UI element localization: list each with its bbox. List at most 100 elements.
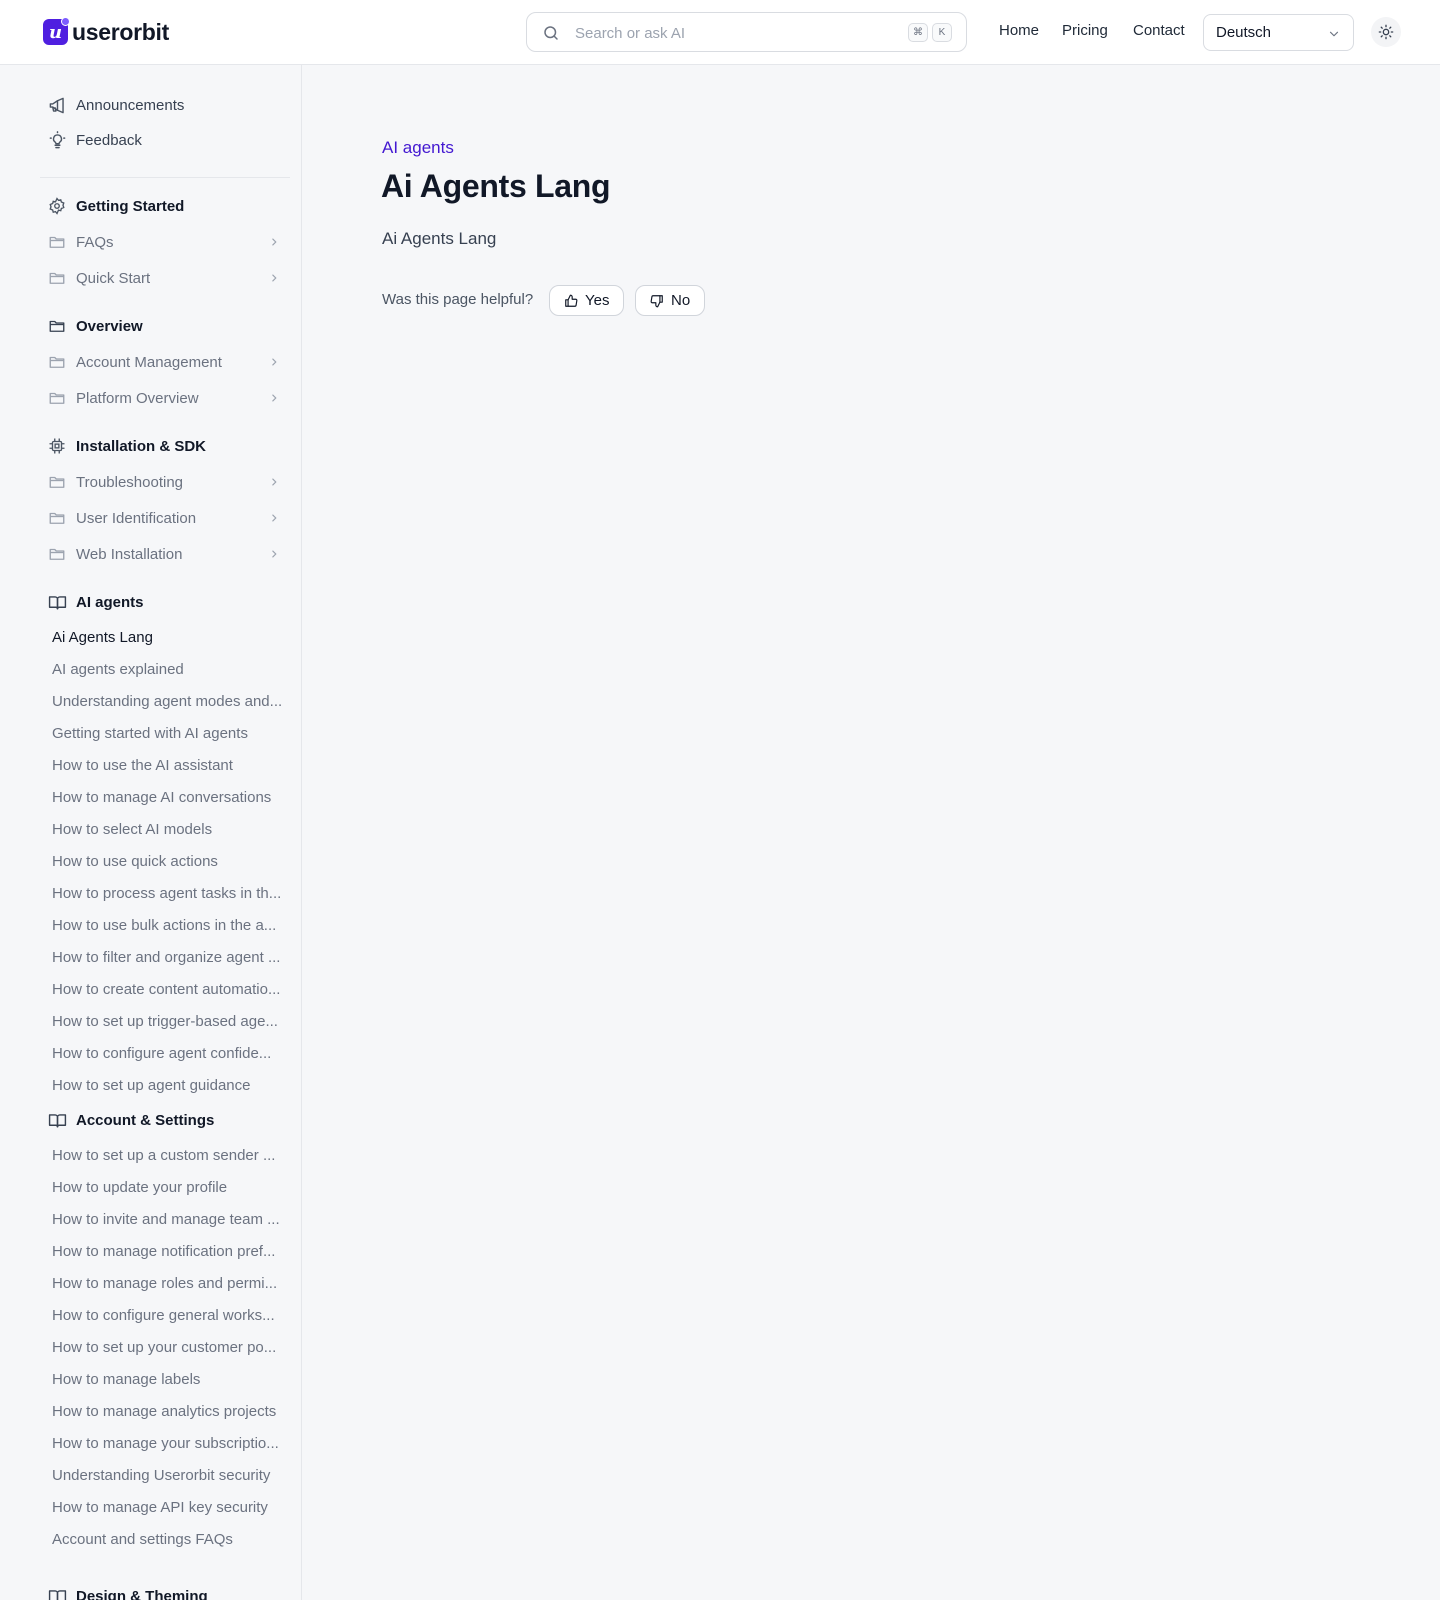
folder-label: Platform Overview <box>76 389 199 407</box>
sidebar-item-label: Announcements <box>76 96 185 114</box>
article-link[interactable]: How to filter and organize agent ... <box>52 948 284 968</box>
article-link[interactable]: How to manage labels <box>52 1370 284 1390</box>
section-label: Overview <box>76 317 143 335</box>
section-label: Account & Settings <box>76 1111 215 1129</box>
feedback-no-button[interactable]: No <box>635 285 706 316</box>
folder-label: FAQs <box>76 233 114 251</box>
section-overview[interactable]: Overview <box>47 314 287 338</box>
breadcrumb[interactable]: AI agents <box>382 138 454 158</box>
language-select[interactable]: Deutsch <box>1203 14 1354 51</box>
sidebar: Announcements Feedback Getting Started F… <box>0 65 302 1600</box>
nav-home[interactable]: Home <box>999 22 1039 39</box>
top-header: u userorbit ⌘ K Home Pricing Contact Deu… <box>0 0 1440 65</box>
section-installation-sdk[interactable]: Installation & SDK <box>47 434 287 458</box>
gear-icon <box>47 196 67 216</box>
brand-logo[interactable]: u userorbit <box>43 17 169 46</box>
folder-account-management[interactable]: Account Management <box>47 350 287 374</box>
folder-label: Account Management <box>76 353 222 371</box>
section-label: Design & Theming <box>76 1587 208 1600</box>
article-link[interactable]: How to manage roles and permi... <box>52 1274 284 1294</box>
article-link[interactable]: How to select AI models <box>52 820 284 840</box>
section-ai-agents[interactable]: AI agents <box>47 590 287 614</box>
folder-web-installation[interactable]: Web Installation <box>47 542 287 566</box>
article-link[interactable]: How to set up a custom sender ... <box>52 1146 284 1166</box>
book-icon <box>47 1110 67 1130</box>
article-link-active[interactable]: Ai Agents Lang <box>52 628 284 648</box>
article-link[interactable]: How to configure agent confide... <box>52 1044 284 1064</box>
folder-icon <box>47 544 67 564</box>
chevron-down-icon <box>1329 31 1339 37</box>
chevron-right-icon <box>272 358 277 366</box>
folder-label: Quick Start <box>76 269 151 287</box>
thumbs-down-icon <box>650 294 663 307</box>
section-label: Getting Started <box>76 197 185 215</box>
kbd-command-key: ⌘ <box>908 23 928 42</box>
article-link[interactable]: How to set up agent guidance <box>52 1076 284 1096</box>
article-link[interactable]: How to process agent tasks in th... <box>52 884 284 904</box>
book-icon <box>47 592 67 612</box>
article-link[interactable]: How to manage analytics projects <box>52 1402 284 1422</box>
folder-quick-start[interactable]: Quick Start <box>47 266 287 290</box>
thumbs-up-icon <box>565 294 578 307</box>
feedback-question: Was this page helpful? <box>382 291 534 308</box>
folder-label: Troubleshooting <box>76 473 184 491</box>
folder-platform-overview[interactable]: Platform Overview <box>47 386 287 410</box>
article-link[interactable]: How to use the AI assistant <box>52 756 284 776</box>
article-link[interactable]: Understanding Userorbit security <box>52 1466 284 1486</box>
folder-label: User Identification <box>76 509 197 527</box>
section-label: AI agents <box>76 593 144 611</box>
nav-contact[interactable]: Contact <box>1133 22 1185 39</box>
feedback-no-label: No <box>671 292 691 309</box>
article-link[interactable]: How to configure general works... <box>52 1306 284 1326</box>
sidebar-item-label: Feedback <box>76 131 142 149</box>
article-link[interactable]: How to manage notification pref... <box>52 1242 284 1262</box>
search-box[interactable]: ⌘ K <box>526 12 967 52</box>
page-description: Ai Agents Lang <box>382 229 497 248</box>
sun-icon <box>1378 24 1394 40</box>
folder-icon <box>47 472 67 492</box>
article-link[interactable]: How to set up your customer po... <box>52 1338 284 1358</box>
sidebar-item-feedback[interactable]: Feedback <box>47 128 287 152</box>
section-account-settings[interactable]: Account & Settings <box>47 1108 287 1132</box>
folder-faqs[interactable]: FAQs <box>47 230 287 254</box>
sidebar-divider <box>40 177 290 178</box>
sidebar-item-announcements[interactable]: Announcements <box>47 93 287 117</box>
folder-icon <box>47 232 67 252</box>
chevron-right-icon <box>272 274 277 282</box>
search-input[interactable] <box>575 21 875 45</box>
folder-label: Web Installation <box>76 545 183 563</box>
article-link[interactable]: How to manage API key security <box>52 1498 284 1518</box>
article-link[interactable]: AI agents explained <box>52 660 284 680</box>
feedback-yes-label: Yes <box>585 292 610 309</box>
article-link[interactable]: How to invite and manage team ... <box>52 1210 284 1230</box>
article-link[interactable]: How to create content automatio... <box>52 980 284 1000</box>
search-icon <box>544 26 558 40</box>
article-link[interactable]: How to use bulk actions in the a... <box>52 916 284 936</box>
article-link[interactable]: How to manage AI conversations <box>52 788 284 808</box>
logo-mark-icon: u <box>43 17 70 45</box>
chevron-right-icon <box>272 394 277 402</box>
feedback-yes-button[interactable]: Yes <box>549 285 625 316</box>
section-design-theming[interactable]: Design & Theming <box>47 1584 287 1600</box>
article-link[interactable]: Understanding agent modes and... <box>52 692 284 712</box>
article-link[interactable]: Account and settings FAQs <box>52 1530 284 1550</box>
chevron-right-icon <box>272 238 277 246</box>
folder-icon <box>47 268 67 288</box>
nav-pricing[interactable]: Pricing <box>1062 22 1108 39</box>
folder-troubleshooting[interactable]: Troubleshooting <box>47 470 287 494</box>
page-title: Ai Agents Lang <box>381 168 611 204</box>
article-link[interactable]: How to use quick actions <box>52 852 284 872</box>
chevron-right-icon <box>272 550 277 558</box>
section-label: Installation & SDK <box>76 437 207 455</box>
section-getting-started[interactable]: Getting Started <box>47 194 287 218</box>
article-link[interactable]: How to update your profile <box>52 1178 284 1198</box>
article-link[interactable]: How to set up trigger-based age... <box>52 1012 284 1032</box>
article-link[interactable]: How to manage your subscriptio... <box>52 1434 284 1454</box>
folder-icon <box>47 352 67 372</box>
article-link[interactable]: Getting started with AI agents <box>52 724 284 744</box>
theme-toggle-button[interactable] <box>1371 17 1401 47</box>
chip-icon <box>47 436 67 456</box>
chevron-right-icon <box>272 514 277 522</box>
megaphone-icon <box>47 95 67 115</box>
folder-user-identification[interactable]: User Identification <box>47 506 287 530</box>
